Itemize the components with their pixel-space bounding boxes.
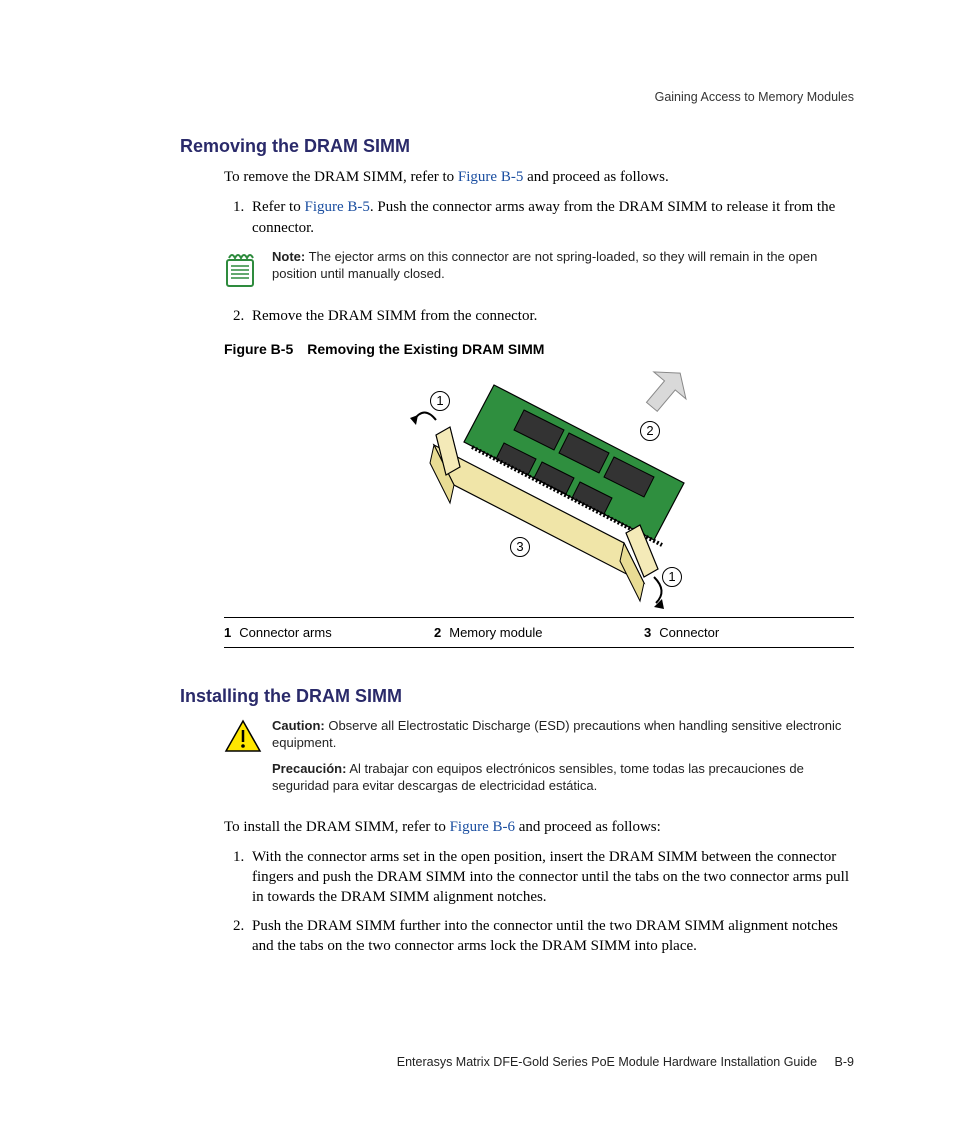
note-body: The ejector arms on this connector are n… [272,249,817,282]
intro-paragraph-2: To install the DRAM SIMM, refer to Figur… [224,817,854,837]
text: and proceed as follows. [523,169,668,185]
page-number: B-9 [835,1055,854,1069]
figure-legend: 1 Connector arms 2 Memory module 3 Connecto… [224,617,854,648]
heading-installing-dram-simm: Installing the DRAM SIMM [180,686,854,707]
legend-item: 3 Connector [644,625,854,640]
text: To remove the DRAM SIMM, refer to [224,169,458,185]
legend-num: 1 [224,625,231,640]
figure-b5: 1 2 3 1 [224,365,854,613]
legend-num: 2 [434,625,441,640]
figure-ref-link[interactable]: Figure B-5 [304,199,369,215]
step-2: Remove the DRAM SIMM from the connector. [248,306,854,326]
figure-ref-link[interactable]: Figure B-6 [450,819,515,835]
heading-removing-dram-simm: Removing the DRAM SIMM [180,136,854,157]
caution-icon [224,717,272,803]
steps-list: Refer to Figure B-5. Push the connector … [224,197,854,238]
running-header: Gaining Access to Memory Modules [655,90,854,104]
text: To install the DRAM SIMM, refer to [224,819,450,835]
step-1: With the connector arms set in the open … [248,847,854,908]
footer-text: Enterasys Matrix DFE-Gold Series PoE Mod… [397,1055,817,1069]
note-text: Note: The ejector arms on this connector… [272,248,854,295]
callout-2: 2 [640,421,660,441]
legend-text: Memory module [449,625,542,640]
steps-list-cont: Remove the DRAM SIMM from the connector. [224,306,854,326]
steps-list-2: With the connector arms set in the open … [224,847,854,956]
figure-ref-link[interactable]: Figure B-5 [458,169,523,185]
page: Gaining Access to Memory Modules Removin… [0,0,954,1123]
legend-item: 1 Connector arms [224,625,434,640]
step-1: Refer to Figure B-5. Push the connector … [248,197,854,238]
callout-3: 3 [510,537,530,557]
step-2: Push the DRAM SIMM further into the conn… [248,916,854,957]
note-icon [224,248,272,295]
callout-1: 1 [430,391,450,411]
caution-label: Caution: [272,718,325,733]
callout-1b: 1 [662,567,682,587]
legend-item: 2 Memory module [434,625,644,640]
figure-caption: Figure B-5 Removing the Existing DRAM SI… [224,341,854,357]
legend-text: Connector arms [239,625,331,640]
intro-paragraph: To remove the DRAM SIMM, refer to Figure… [224,167,854,187]
caution-body-en: Observe all Electrostatic Discharge (ESD… [272,718,841,751]
text: and proceed as follows: [515,819,661,835]
note-label: Note: [272,249,305,264]
caution-block: Caution: Observe all Electrostatic Disch… [224,717,854,803]
note-block: Note: The ejector arms on this connector… [224,248,854,295]
caution-text: Caution: Observe all Electrostatic Disch… [272,717,854,803]
legend-text: Connector [659,625,719,640]
text: Refer to [252,199,304,215]
caution-body-es: Al trabajar con equipos electrónicos sen… [272,761,804,794]
caution-label-es: Precaución: [272,761,346,776]
page-footer: Enterasys Matrix DFE-Gold Series PoE Mod… [397,1055,854,1069]
legend-num: 3 [644,625,651,640]
